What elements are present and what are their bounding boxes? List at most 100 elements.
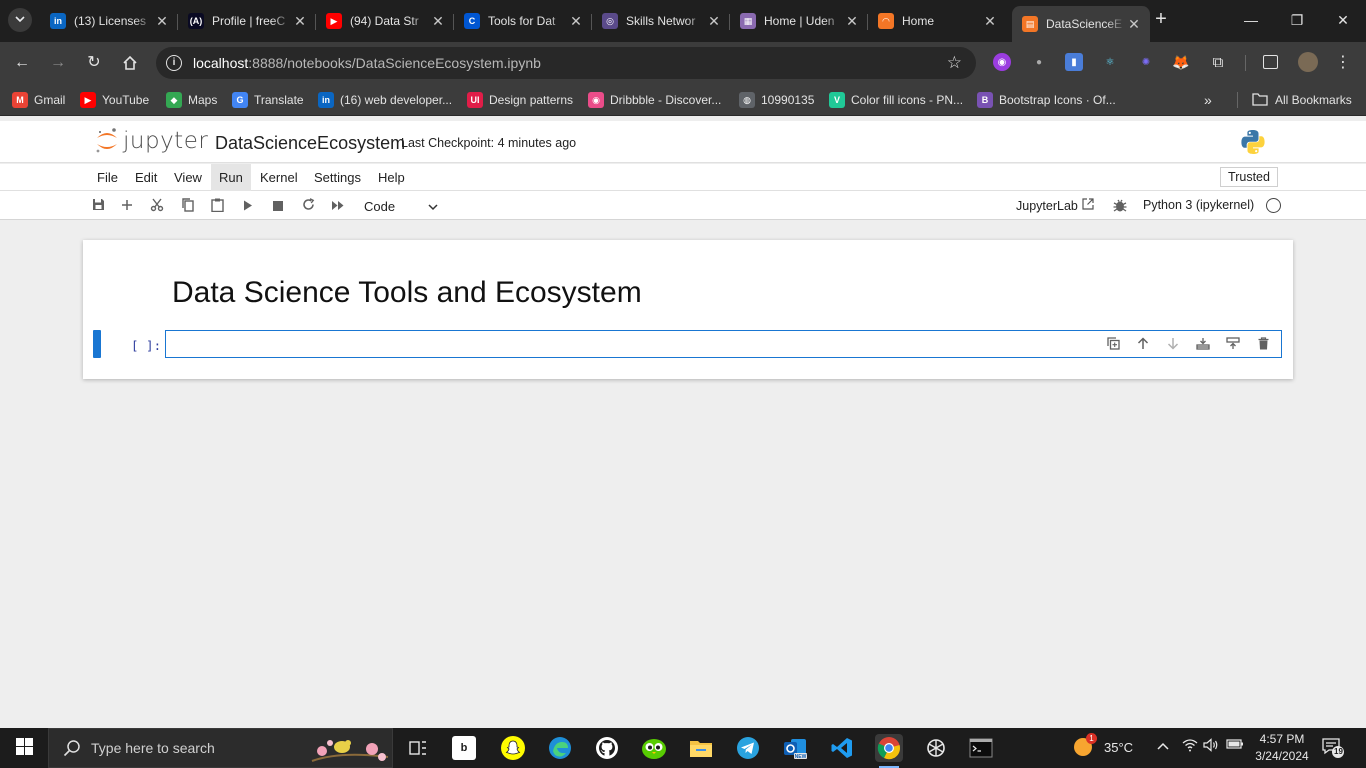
open-jupyterlab-link[interactable]: JupyterLab — [1016, 198, 1094, 213]
browser-tab[interactable]: (A) Profile | freeC ✕ — [178, 6, 316, 36]
restore-button[interactable]: ❐ — [1274, 8, 1320, 32]
kebab-menu-icon[interactable]: ⋮ — [1334, 53, 1352, 71]
menu-run[interactable]: Run — [211, 164, 251, 191]
duplicate-cell-button[interactable] — [1103, 335, 1123, 355]
close-window-button[interactable]: ✕ — [1320, 8, 1366, 32]
notebook-title[interactable]: DataScienceEcosystem — [215, 133, 405, 154]
close-tab-icon[interactable]: ✕ — [292, 13, 308, 30]
markdown-heading[interactable]: Data Science Tools and Ecosystem — [172, 276, 642, 310]
close-tab-icon[interactable]: ✕ — [844, 13, 860, 30]
volume-icon[interactable] — [1203, 738, 1219, 755]
extensions-puzzle-icon[interactable]: ⧉ — [1209, 53, 1227, 71]
more-bookmarks-button[interactable]: » — [1204, 91, 1212, 109]
close-tab-icon[interactable]: ✕ — [430, 13, 446, 30]
bookmark-item[interactable]: ◆ Maps — [166, 91, 217, 109]
bing-app-icon[interactable]: b — [452, 736, 476, 760]
menu-help[interactable]: Help — [370, 164, 413, 191]
tab-search-button[interactable] — [8, 8, 32, 32]
cut-button[interactable] — [147, 196, 167, 216]
debugger-bug-icon[interactable] — [1112, 197, 1128, 213]
task-view-icon[interactable] — [404, 734, 432, 762]
code-cell-input[interactable] — [165, 330, 1282, 358]
menu-settings[interactable]: Settings — [306, 164, 369, 191]
restart-run-all-button[interactable] — [328, 196, 348, 216]
save-button[interactable] — [88, 196, 108, 216]
terminal-icon[interactable] — [967, 734, 995, 762]
restart-button[interactable] — [298, 196, 318, 216]
browser-tab[interactable]: ◠ Home ✕ — [868, 6, 1006, 36]
menu-file[interactable]: File — [89, 164, 126, 191]
weather-widget[interactable]: 1 35°C — [1072, 733, 1133, 758]
bookmark-item[interactable]: ◍ 10990135 — [739, 91, 814, 109]
browser-tab[interactable]: ▶ (94) Data Str ✕ — [316, 6, 454, 36]
profile-avatar[interactable] — [1298, 52, 1318, 72]
bookmark-item[interactable]: B Bootstrap Icons · Of... — [977, 91, 1116, 109]
bookmark-item[interactable]: ◉ Dribbble - Discover... — [588, 91, 721, 109]
move-cell-down-button[interactable] — [1163, 335, 1183, 355]
new-tab-button[interactable]: + — [1150, 9, 1172, 31]
telegram-icon[interactable] — [734, 734, 762, 762]
jupyter-logo[interactable]: jupyter — [95, 127, 208, 155]
browser-tab[interactable]: C Tools for Dat ✕ — [454, 6, 592, 36]
extension-docs-icon[interactable]: ▮ — [1065, 53, 1083, 71]
copy-button[interactable] — [177, 196, 197, 216]
home-button[interactable] — [118, 51, 142, 75]
bookmark-item[interactable]: G Translate — [232, 91, 304, 109]
menu-view[interactable]: View — [166, 164, 210, 191]
bookmark-item[interactable]: ▶ YouTube — [80, 91, 149, 109]
interrupt-button[interactable] — [268, 196, 288, 216]
browser-tab[interactable]: in (13) Licenses ✕ — [40, 6, 178, 36]
bookmark-item[interactable]: M Gmail — [12, 91, 65, 109]
react-devtools-icon[interactable]: ⚛ — [1101, 53, 1119, 71]
taskbar-search[interactable]: Type here to search — [48, 728, 393, 768]
close-tab-icon[interactable]: ✕ — [982, 13, 998, 30]
battery-icon[interactable] — [1226, 738, 1244, 753]
browser-tab[interactable]: ▤ DataScienceE ✕ — [1012, 6, 1150, 42]
kernel-name[interactable]: Python 3 (ipykernel) — [1143, 198, 1254, 212]
browser-tab[interactable]: ◎ Skills Networ ✕ — [592, 6, 730, 36]
file-explorer-icon[interactable] — [687, 734, 715, 762]
close-tab-icon[interactable]: ✕ — [154, 13, 170, 30]
address-bar[interactable]: i localhost:8888/notebooks/DataScienceEc… — [156, 47, 976, 79]
duolingo-icon[interactable] — [640, 734, 668, 762]
cell-type-select[interactable]: Code — [356, 195, 446, 217]
extension-grey-icon[interactable]: ● — [1030, 53, 1048, 71]
insert-cell-below-button[interactable] — [1223, 335, 1243, 355]
menu-edit[interactable]: Edit — [127, 164, 165, 191]
bookmark-item[interactable]: in (16) web developer... — [318, 91, 452, 109]
forward-button[interactable]: → — [46, 51, 70, 75]
reload-button[interactable]: ↻ — [82, 51, 106, 75]
close-tab-icon[interactable]: ✕ — [706, 13, 722, 30]
delete-cell-button[interactable] — [1253, 335, 1273, 355]
url-text[interactable]: localhost:8888/notebooks/DataScienceEcos… — [193, 55, 541, 71]
snapchat-icon[interactable] — [499, 734, 527, 762]
bookmark-item[interactable]: UI Design patterns — [467, 91, 573, 109]
chatgpt-icon[interactable] — [922, 734, 950, 762]
vscode-icon[interactable] — [828, 734, 856, 762]
github-desktop-icon[interactable] — [593, 734, 621, 762]
move-cell-up-button[interactable] — [1133, 335, 1153, 355]
back-button[interactable]: ← — [10, 51, 34, 75]
bookmark-star-icon[interactable]: ☆ — [947, 53, 962, 73]
show-hidden-icons-button[interactable] — [1157, 738, 1169, 753]
trusted-indicator[interactable]: Trusted — [1220, 167, 1278, 187]
notification-center-button[interactable]: 19 — [1322, 738, 1344, 758]
metamask-icon[interactable]: 🦊 — [1172, 53, 1190, 71]
close-tab-icon[interactable]: ✕ — [568, 13, 584, 30]
start-button[interactable] — [0, 728, 48, 768]
run-button[interactable] — [238, 196, 258, 216]
insert-cell-above-button[interactable] — [1193, 335, 1213, 355]
paste-button[interactable] — [207, 196, 227, 216]
network-icon[interactable] — [1182, 738, 1198, 755]
system-clock[interactable]: 4:57 PM 3/24/2024 — [1250, 731, 1314, 765]
extension-purple-icon[interactable]: ◉ — [993, 53, 1011, 71]
all-bookmarks-button[interactable]: All Bookmarks — [1252, 91, 1352, 109]
extension-star-icon[interactable]: ✺ — [1137, 53, 1155, 71]
edge-icon[interactable] — [546, 734, 574, 762]
browser-tab[interactable]: ▦ Home | Uden ✕ — [730, 6, 868, 36]
chrome-icon[interactable] — [875, 734, 903, 768]
outlook-new-icon[interactable]: NEW — [781, 734, 809, 762]
bookmark-item[interactable]: V Color fill icons - PN... — [829, 91, 963, 109]
insert-cell-button[interactable] — [117, 196, 137, 216]
close-tab-icon[interactable]: ✕ — [1126, 16, 1142, 33]
